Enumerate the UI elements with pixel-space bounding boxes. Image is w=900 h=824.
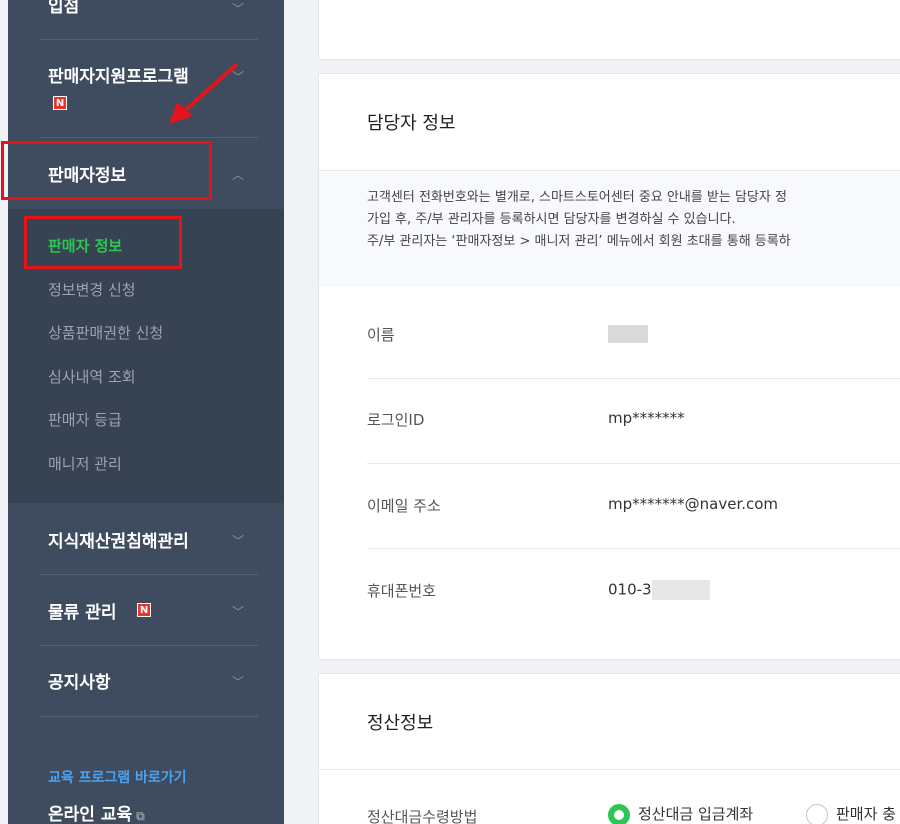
external-link-icon: ⧉ — [136, 809, 145, 823]
settlement-option-seller[interactable]: 판매자 충 — [806, 803, 896, 824]
notice-line: 가입 후, 주/부 관리자를 등록하시면 담당자를 변경하실 수 있습니다. — [367, 212, 736, 227]
row-divider — [367, 378, 900, 379]
name-label: 이름 — [367, 326, 395, 344]
chevron-down-icon: ﹀ — [232, 675, 245, 689]
option-label: 판매자 충 — [836, 805, 896, 823]
row-divider — [367, 548, 900, 549]
menu-item-ip-infringement[interactable]: 지식재산권침해관리 — [48, 527, 189, 552]
redacted-area — [651, 580, 710, 600]
option-label: 정산대금 입금계좌 — [638, 805, 754, 823]
phone-text: 010-3 — [608, 580, 652, 599]
submenu-review-history[interactable]: 심사내역 조회 — [48, 366, 136, 387]
chevron-down-icon: ﹀ — [232, 2, 245, 16]
chevron-up-icon: ︿ — [232, 168, 245, 182]
online-edu-label: 온라인 교육 — [48, 805, 133, 824]
login-id-value: mp******* — [608, 409, 685, 427]
email-value: mp*******@naver.com — [608, 495, 779, 513]
submenu-info-change[interactable]: 정보변경 신청 — [48, 279, 136, 300]
arrow-annotation — [169, 62, 239, 124]
settlement-card: 정산정보 정산대금수령방법 정산대금 입금계좌 판매자 충 — [318, 673, 900, 824]
submenu-seller-grade[interactable]: 판매자 등급 — [48, 409, 122, 430]
name-value — [608, 324, 648, 343]
highlight-box — [1, 141, 212, 200]
notice-line: 고객센터 전화번호와는 별개로, 스마트스토어센터 중요 안내를 받는 담당자 … — [367, 190, 787, 205]
contact-info-card: 담당자 정보 고객센터 전화번호와는 별개로, 스마트스토어센터 중요 안내를 … — [318, 73, 900, 660]
section-title: 담당자 정보 — [367, 113, 456, 134]
menu-item-partial[interactable]: 입점 — [48, 0, 79, 17]
login-id-label: 로그인ID — [367, 411, 425, 429]
chevron-down-icon: ﹀ — [232, 534, 245, 548]
submenu-sales-permission[interactable]: 상품판매권한 신청 — [48, 322, 163, 343]
row-divider — [367, 463, 900, 464]
email-label: 이메일 주소 — [367, 497, 441, 515]
menu-item-notices[interactable]: 공지사항 — [48, 668, 111, 693]
redacted-area — [608, 324, 648, 343]
highlight-box — [24, 216, 182, 269]
new-badge: N — [137, 603, 151, 617]
divider — [40, 716, 258, 717]
top-card — [318, 0, 900, 60]
row-divider — [319, 769, 900, 770]
section-title: 정산정보 — [367, 713, 434, 734]
radio-selected-icon[interactable] — [608, 803, 630, 824]
divider — [40, 137, 258, 138]
divider — [40, 645, 258, 646]
settlement-method-label: 정산대금수령방법 — [367, 808, 478, 824]
menu-item-logistics[interactable]: 물류 관리 — [48, 598, 116, 623]
notice-line: 주/부 관리자는 ‘판매자정보 > 매니저 관리’ 메뉴에서 회원 초대를 통해… — [367, 234, 791, 249]
contact-notice: 고객센터 전화번호와는 별개로, 스마트스토어센터 중요 안내를 받는 담당자 … — [319, 170, 900, 287]
phone-label: 휴대폰번호 — [367, 582, 437, 600]
new-badge: N — [53, 96, 67, 110]
phone-value: 010-3 — [608, 580, 710, 600]
online-edu-link[interactable]: 온라인 교육 ⧉ — [48, 800, 145, 824]
divider — [40, 39, 258, 40]
submenu-manager[interactable]: 매니저 관리 — [48, 453, 122, 474]
radio-unselected-icon[interactable] — [806, 803, 828, 824]
edu-program-link[interactable]: 교육 프로그램 바로가기 — [48, 767, 187, 787]
divider — [40, 574, 258, 575]
chevron-down-icon: ﹀ — [232, 605, 245, 619]
settlement-option-account[interactable]: 정산대금 입금계좌 — [608, 803, 753, 824]
